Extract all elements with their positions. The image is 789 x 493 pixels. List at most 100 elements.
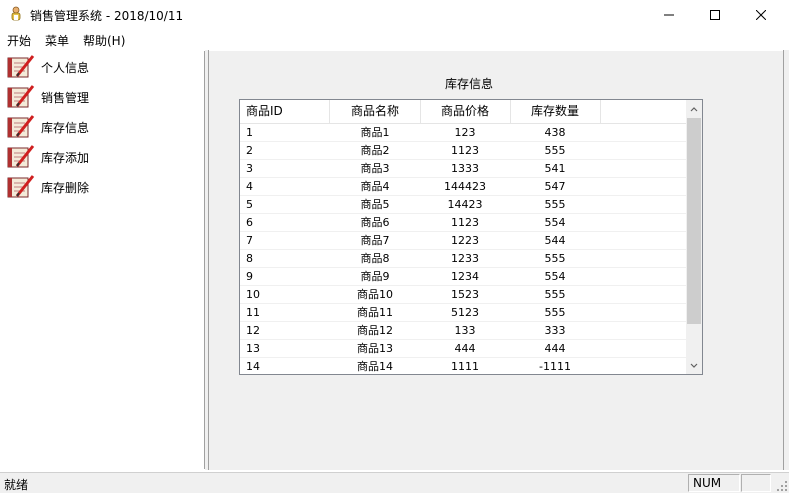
column-header-name[interactable]: 商品名称 xyxy=(330,100,421,123)
cell-stock: 333 xyxy=(544,324,566,337)
cell-name: 商品10 xyxy=(357,288,393,301)
close-icon xyxy=(756,9,766,20)
minimize-icon xyxy=(664,14,674,15)
cell-price: 133 xyxy=(454,324,476,337)
cell-stock: 438 xyxy=(544,126,566,139)
cell-price: 144423 xyxy=(444,180,486,193)
table-row[interactable]: 12 商品12 133 333 xyxy=(240,322,686,340)
table-row[interactable]: 3 商品3 1333 541 xyxy=(240,160,686,178)
cell-stock: 555 xyxy=(544,198,566,211)
num-lock-label: NUM xyxy=(693,476,722,490)
nav-item-inventory-delete[interactable]: 库存删除 xyxy=(5,174,89,200)
cell-id: 14 xyxy=(246,360,260,373)
cell-id: 13 xyxy=(246,342,260,355)
table-row[interactable]: 9 商品9 1234 554 xyxy=(240,268,686,286)
minimize-button[interactable] xyxy=(646,0,692,29)
table-row[interactable]: 14 商品14 1111 -1111 xyxy=(240,358,686,374)
table-row[interactable]: 11 商品11 5123 555 xyxy=(240,304,686,322)
cell-name: 商品12 xyxy=(357,324,393,337)
table-row[interactable]: 13 商品13 444 444 xyxy=(240,340,686,358)
column-header-id[interactable]: 商品ID xyxy=(240,100,330,123)
notebook-pen-icon xyxy=(7,145,35,168)
cell-price: 5123 xyxy=(451,306,479,319)
nav-item-label: 库存信息 xyxy=(41,120,90,135)
menu-menu[interactable]: 菜单 xyxy=(45,32,69,49)
app-person-icon xyxy=(9,6,23,22)
cell-stock: 544 xyxy=(544,234,566,247)
table-row[interactable]: 7 商品7 1223 544 xyxy=(240,232,686,250)
cell-name: 商品6 xyxy=(360,216,390,229)
work-area: 个人信息 销售管理 库存信息 库存添加 库存删除 库存信息 商品ID 商品名称 … xyxy=(0,50,783,470)
inventory-list[interactable]: 商品ID 商品名称 商品价格 库存数量 1 商品1 123 438 2 商品2 1123 55… xyxy=(239,99,703,375)
column-header-stock[interactable]: 库存数量 xyxy=(510,100,601,123)
list-body: 1 商品1 123 438 2 商品2 1123 555 3 商品3 1333 541 4 商品4 1444… xyxy=(240,124,686,374)
vertical-scrollbar[interactable] xyxy=(686,100,702,374)
cell-price: 1233 xyxy=(451,252,479,265)
cell-name: 商品11 xyxy=(357,306,393,319)
menu-bar: 开始 菜单 帮助(H) xyxy=(0,29,789,49)
nav-item-label: 销售管理 xyxy=(41,90,90,105)
status-text: 就绪 xyxy=(4,478,29,492)
cell-price: 1123 xyxy=(451,216,479,229)
nav-item-inventory-add[interactable]: 库存添加 xyxy=(5,144,89,170)
cell-price: 1123 xyxy=(451,144,479,157)
cell-name: 商品4 xyxy=(360,180,390,193)
inventory-panel: 库存信息 商品ID 商品名称 商品价格 库存数量 1 商品1 123 438 2 商品2 1… xyxy=(209,51,783,470)
nav-item-sales-management[interactable]: 销售管理 xyxy=(5,84,89,110)
cell-stock: 547 xyxy=(544,180,566,193)
nav-item-personal-info[interactable]: 个人信息 xyxy=(5,54,89,80)
cell-id: 9 xyxy=(246,270,253,283)
chevron-down-icon xyxy=(690,363,698,368)
cell-name: 商品14 xyxy=(357,360,393,373)
cell-stock: 444 xyxy=(544,342,566,355)
status-pane xyxy=(741,474,771,492)
table-row[interactable]: 10 商品10 1523 555 xyxy=(240,286,686,304)
cell-stock: 555 xyxy=(544,252,566,265)
cell-id: 6 xyxy=(246,216,253,229)
table-row[interactable]: 6 商品6 1123 554 xyxy=(240,214,686,232)
cell-price: 1333 xyxy=(451,162,479,175)
chevron-up-icon xyxy=(690,106,698,111)
column-header-price[interactable]: 商品价格 xyxy=(420,100,511,123)
menu-start[interactable]: 开始 xyxy=(7,32,31,49)
cell-name: 商品13 xyxy=(357,342,393,355)
cell-id: 8 xyxy=(246,252,253,265)
table-row[interactable]: 2 商品2 1123 555 xyxy=(240,142,686,160)
cell-stock: 554 xyxy=(544,216,566,229)
cell-stock: 555 xyxy=(544,144,566,157)
notebook-pen-icon xyxy=(7,115,35,138)
cell-id: 11 xyxy=(246,306,260,319)
cell-price: 1234 xyxy=(451,270,479,283)
maximize-button[interactable] xyxy=(692,0,738,29)
cell-price: 1223 xyxy=(451,234,479,247)
scroll-up-button[interactable] xyxy=(686,100,702,117)
menu-help[interactable]: 帮助(H) xyxy=(83,32,125,49)
status-bar: 就绪 NUM xyxy=(0,472,789,493)
table-row[interactable]: 4 商品4 144423 547 xyxy=(240,178,686,196)
cell-id: 4 xyxy=(246,180,253,193)
scroll-thumb[interactable] xyxy=(687,118,701,324)
table-row[interactable]: 1 商品1 123 438 xyxy=(240,124,686,142)
cell-stock: -1111 xyxy=(539,360,571,373)
cell-price: 444 xyxy=(454,342,476,355)
cell-price: 1523 xyxy=(451,288,479,301)
scroll-down-button[interactable] xyxy=(686,357,702,374)
table-row[interactable]: 5 商品5 14423 555 xyxy=(240,196,686,214)
notebook-pen-icon xyxy=(7,85,35,108)
notebook-pen-icon xyxy=(7,175,35,198)
title-bar[interactable]: 销售管理系统 - 2018/10/11 xyxy=(0,0,789,29)
window-edge xyxy=(783,50,789,470)
window-title: 销售管理系统 - 2018/10/11 xyxy=(30,9,184,23)
cell-name: 商品7 xyxy=(360,234,390,247)
cell-stock: 541 xyxy=(544,162,566,175)
nav-item-inventory-info[interactable]: 库存信息 xyxy=(5,114,89,140)
cell-price: 123 xyxy=(454,126,476,139)
cell-id: 7 xyxy=(246,234,253,247)
nav-item-label: 库存删除 xyxy=(41,180,90,195)
table-row[interactable]: 8 商品8 1233 555 xyxy=(240,250,686,268)
resize-grip-icon[interactable] xyxy=(777,481,787,491)
panel-title: 库存信息 xyxy=(444,77,493,91)
close-button[interactable] xyxy=(738,0,784,29)
cell-name: 商品9 xyxy=(360,270,390,283)
cell-stock: 555 xyxy=(544,288,566,301)
